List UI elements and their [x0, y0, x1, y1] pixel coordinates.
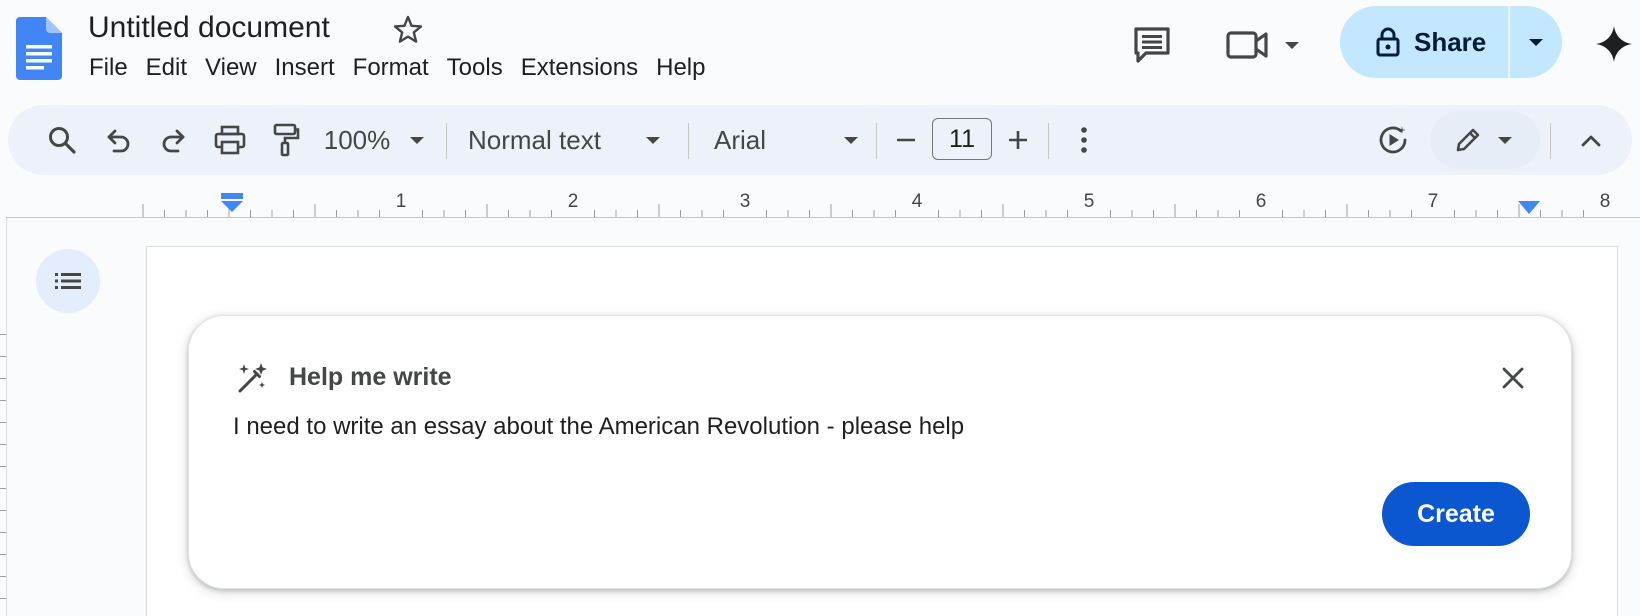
paragraph-style-value: Normal text [468, 124, 601, 155]
app-header: Untitled document File Edit View Insert … [0, 0, 1640, 100]
print-icon [214, 125, 246, 155]
meet-button[interactable] [1222, 22, 1306, 68]
right-indent-marker[interactable] [1517, 200, 1541, 216]
close-icon [1502, 367, 1524, 389]
share-button-group: Share [1340, 6, 1562, 78]
more-vertical-icon [1081, 127, 1087, 153]
caret-down-icon [1285, 42, 1299, 49]
zoom-value: 100% [323, 124, 391, 155]
share-button[interactable]: Share [1340, 6, 1511, 78]
font-size-input[interactable]: 11 [932, 118, 992, 160]
star-icon[interactable] [392, 14, 424, 46]
vertical-ruler [6, 218, 7, 616]
redo-icon [162, 129, 185, 153]
decrease-icon [897, 138, 915, 142]
play-edit-button[interactable] [1368, 105, 1418, 175]
help-me-write-title: Help me write [289, 363, 452, 391]
ruler-number: 3 [740, 191, 751, 212]
caret-down-icon [844, 137, 858, 144]
font-family-select[interactable]: Arial [714, 105, 862, 175]
menu-bar: File Edit View Insert Format Tools Exten… [80, 52, 714, 86]
close-button[interactable] [1495, 360, 1531, 396]
lock-icon [1376, 27, 1400, 57]
caret-down-icon [410, 137, 425, 144]
search-menus-button[interactable] [34, 105, 90, 175]
ruler-baseline [6, 217, 1640, 218]
paint-format-icon [273, 123, 300, 157]
increase-icon [1009, 131, 1027, 149]
help-me-write-panel: Help me write I need to write an essay a… [188, 315, 1572, 589]
outline-list-icon [55, 273, 81, 289]
search-icon [49, 127, 76, 154]
toolbar-divider [1550, 123, 1551, 159]
menu-format[interactable]: Format [344, 52, 438, 86]
left-indent-marker[interactable] [220, 192, 244, 216]
video-camera-icon [1226, 31, 1268, 59]
zoom-select[interactable]: 100% [316, 105, 436, 175]
ruler-number: 2 [568, 191, 579, 212]
ruler-number: 6 [1256, 191, 1267, 212]
formatting-toolbar: 100% Normal text Arial 11 [8, 105, 1632, 175]
editing-mode-button[interactable] [1430, 111, 1540, 169]
ruler-ticks: 1 2 3 4 5 6 7 8 [142, 191, 1611, 217]
gemini-spark-icon [1596, 26, 1632, 62]
horizontal-ruler[interactable]: 1 2 3 4 5 6 7 8 [0, 186, 1640, 218]
print-button[interactable] [204, 105, 256, 175]
ruler-number: 8 [1600, 191, 1611, 212]
pencil-icon [1456, 128, 1480, 152]
chevron-up-icon [1581, 135, 1601, 147]
toolbar-divider [876, 123, 877, 159]
caret-down-icon [1529, 39, 1544, 46]
menu-file[interactable]: File [80, 52, 137, 86]
menu-view[interactable]: View [196, 52, 266, 86]
toolbar-divider [688, 123, 689, 159]
magic-pen-icon [238, 363, 267, 393]
share-options-button[interactable] [1510, 6, 1562, 78]
undo-icon [107, 129, 130, 153]
share-label: Share [1414, 26, 1487, 57]
docs-logo-icon[interactable] [16, 17, 62, 80]
undo-button[interactable] [92, 105, 144, 175]
toolbar-divider [1048, 123, 1049, 159]
play-edit-icon [1379, 126, 1407, 154]
ruler-number: 7 [1428, 191, 1439, 212]
document-outline-button[interactable] [36, 249, 100, 313]
menu-extensions[interactable]: Extensions [512, 52, 647, 86]
toolbar-divider [446, 123, 447, 159]
menu-help[interactable]: Help [647, 52, 714, 86]
paragraph-style-select[interactable]: Normal text [468, 105, 664, 175]
more-options-button[interactable] [1062, 105, 1106, 175]
increase-font-size-button[interactable] [996, 105, 1040, 175]
comment-icon [1134, 27, 1170, 63]
comments-button[interactable] [1128, 22, 1176, 68]
hide-menus-button[interactable] [1566, 105, 1616, 175]
decrease-font-size-button[interactable] [884, 105, 928, 175]
menu-tools[interactable]: Tools [438, 52, 512, 86]
document-title[interactable]: Untitled document [88, 11, 330, 45]
gemini-button[interactable] [1592, 22, 1636, 66]
caret-down-icon [646, 137, 660, 144]
paint-format-button[interactable] [260, 105, 312, 175]
prompt-input[interactable]: I need to write an essay about the Ameri… [233, 413, 1333, 441]
ruler-number: 1 [396, 191, 407, 212]
redo-button[interactable] [148, 105, 200, 175]
menu-insert[interactable]: Insert [266, 52, 344, 86]
create-button[interactable]: Create [1382, 482, 1530, 546]
caret-down-icon [1498, 137, 1512, 144]
ruler-number: 5 [1084, 191, 1095, 212]
menu-edit[interactable]: Edit [137, 52, 196, 86]
font-family-value: Arial [714, 124, 767, 155]
ruler-number: 4 [912, 191, 923, 212]
